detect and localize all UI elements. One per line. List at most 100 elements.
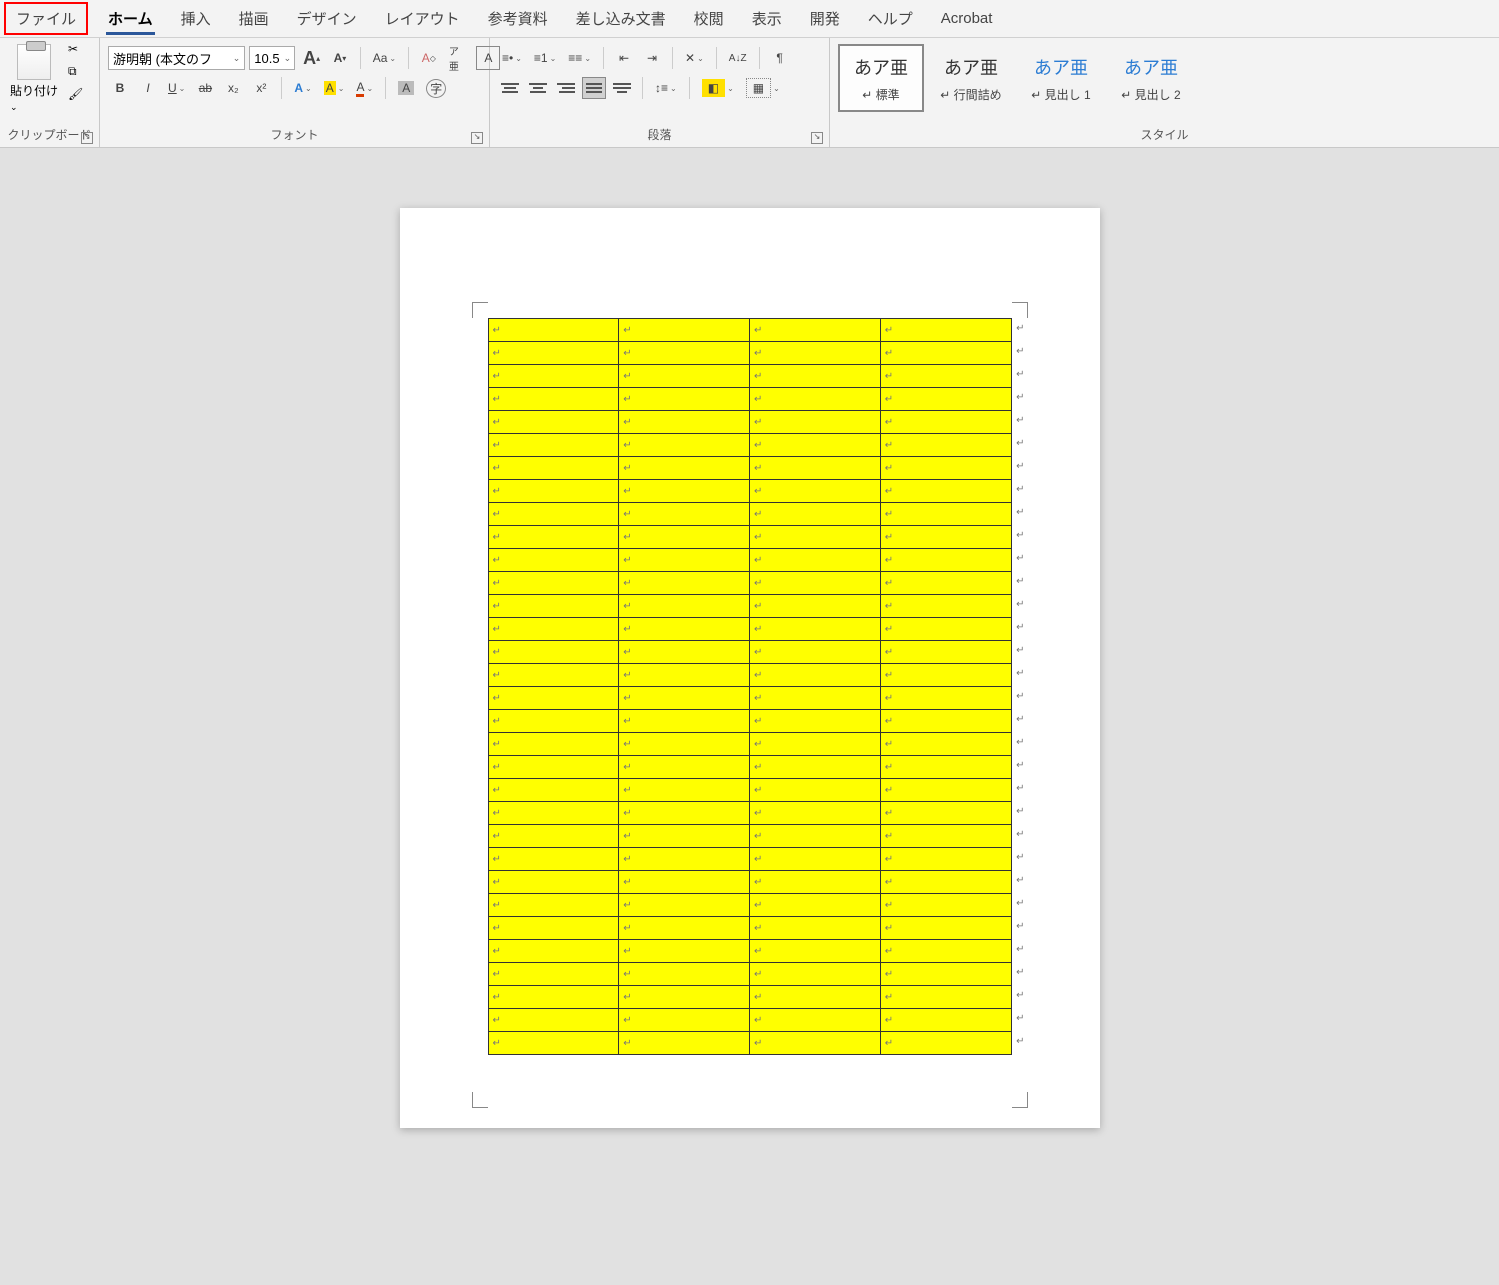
table-cell[interactable]: ↵ [750,802,881,825]
paste-icon[interactable] [17,44,51,80]
table-row[interactable]: ↵↵↵↵↵ [488,641,1011,664]
table-cell[interactable]: ↵ [488,641,619,664]
table-cell[interactable]: ↵ [619,411,750,434]
line-spacing-button[interactable]: ↕≡⌄ [651,76,681,100]
table-cell[interactable]: ↵↵ [880,733,1011,756]
style-item[interactable]: あア亜↵ 行間詰め [928,44,1014,112]
table-row[interactable]: ↵↵↵↵↵ [488,526,1011,549]
table-cell[interactable]: ↵ [750,963,881,986]
table-cell[interactable]: ↵↵ [880,549,1011,572]
table-cell[interactable]: ↵ [750,664,881,687]
style-item[interactable]: あア亜↵ 見出し 1 [1018,44,1104,112]
table-cell[interactable]: ↵ [488,871,619,894]
table-cell[interactable]: ↵ [488,1009,619,1032]
table-cell[interactable]: ↵ [619,434,750,457]
table-cell[interactable]: ↵ [750,572,881,595]
table-cell[interactable]: ↵ [619,342,750,365]
table-row[interactable]: ↵↵↵↵↵ [488,388,1011,411]
table-cell[interactable]: ↵↵ [880,664,1011,687]
table-cell[interactable]: ↵ [488,733,619,756]
table-cell[interactable]: ↵ [750,595,881,618]
table-cell[interactable]: ↵ [619,802,750,825]
table-row[interactable]: ↵↵↵↵↵ [488,411,1011,434]
table-cell[interactable]: ↵↵ [880,756,1011,779]
table-cell[interactable]: ↵↵ [880,1032,1011,1055]
table-cell[interactable]: ↵ [750,871,881,894]
table-row[interactable]: ↵↵↵↵↵ [488,710,1011,733]
table-cell[interactable]: ↵ [488,457,619,480]
table-row[interactable]: ↵↵↵↵↵ [488,779,1011,802]
highlight-button[interactable]: A⌄ [320,76,349,100]
style-item[interactable]: あア亜↵ 見出し 2 [1108,44,1194,112]
table-row[interactable]: ↵↵↵↵↵ [488,457,1011,480]
table-cell[interactable]: ↵ [750,342,881,365]
table-row[interactable]: ↵↵↵↵↵ [488,549,1011,572]
table-cell[interactable]: ↵ [488,756,619,779]
table-cell[interactable]: ↵ [619,641,750,664]
clear-format-button[interactable]: A◇ [417,46,441,70]
table-cell[interactable]: ↵ [488,687,619,710]
table-row[interactable]: ↵↵↵↵↵ [488,894,1011,917]
table-cell[interactable]: ↵↵ [880,641,1011,664]
table-cell[interactable]: ↵ [488,434,619,457]
tab-insert[interactable]: 挿入 [167,0,225,37]
table-cell[interactable]: ↵↵ [880,526,1011,549]
font-name-combo[interactable]: 游明朝 (本文のフ ⌄ [108,46,245,70]
paste-button[interactable]: 貼り付け ⌄ [10,82,58,113]
table-row[interactable]: ↵↵↵↵↵ [488,963,1011,986]
table-cell[interactable]: ↵ [750,549,881,572]
table-cell[interactable]: ↵ [488,319,619,342]
table-row[interactable]: ↵↵↵↵↵ [488,733,1011,756]
table-cell[interactable]: ↵ [619,1009,750,1032]
table-cell[interactable]: ↵ [750,986,881,1009]
table-row[interactable]: ↵↵↵↵↵ [488,434,1011,457]
table-cell[interactable]: ↵ [488,526,619,549]
table-cell[interactable]: ↵↵ [880,963,1011,986]
table-cell[interactable]: ↵ [619,480,750,503]
paragraph-dialog-launcher[interactable]: ↘ [811,132,823,144]
table-cell[interactable]: ↵ [750,687,881,710]
font-dialog-launcher[interactable]: ↘ [471,132,483,144]
align-justify-button[interactable] [582,77,606,99]
table-cell[interactable]: ↵ [619,365,750,388]
table-row[interactable]: ↵↵↵↵↵ [488,917,1011,940]
table-cell[interactable]: ↵ [619,756,750,779]
table-cell[interactable]: ↵↵ [880,457,1011,480]
table-cell[interactable]: ↵ [488,342,619,365]
table-cell[interactable]: ↵ [750,411,881,434]
table-cell[interactable]: ↵ [488,802,619,825]
table-cell[interactable]: ↵↵ [880,894,1011,917]
table-row[interactable]: ↵↵↵↵↵ [488,595,1011,618]
table-cell[interactable]: ↵↵ [880,388,1011,411]
table-cell[interactable]: ↵ [488,894,619,917]
table-cell[interactable]: ↵↵ [880,618,1011,641]
table-row[interactable]: ↵↵↵↵↵ [488,342,1011,365]
table-cell[interactable]: ↵↵ [880,848,1011,871]
table-cell[interactable]: ↵ [488,986,619,1009]
table-cell[interactable]: ↵↵ [880,572,1011,595]
align-right-button[interactable] [554,77,578,99]
clipboard-dialog-launcher[interactable]: ↘ [81,132,93,144]
table-row[interactable]: ↵↵↵↵↵ [488,1032,1011,1055]
table-cell[interactable]: ↵ [619,871,750,894]
table-cell[interactable]: ↵ [750,1032,881,1055]
table-cell[interactable]: ↵ [488,664,619,687]
table-row[interactable]: ↵↵↵↵↵ [488,664,1011,687]
superscript-button[interactable]: x² [249,76,273,100]
table-cell[interactable]: ↵ [619,664,750,687]
table-cell[interactable]: ↵ [750,940,881,963]
table-cell[interactable]: ↵ [488,963,619,986]
table-row[interactable]: ↵↵↵↵↵ [488,871,1011,894]
tab-review[interactable]: 校閲 [680,0,738,37]
styles-gallery[interactable]: あア亜↵ 標準あア亜↵ 行間詰めあア亜↵ 見出し 1あア亜↵ 見出し 2 [836,42,1196,114]
table-cell[interactable]: ↵ [488,388,619,411]
table-row[interactable]: ↵↵↵↵↵ [488,319,1011,342]
table-cell[interactable]: ↵↵ [880,779,1011,802]
copy-icon[interactable]: ⧉ [68,64,83,79]
table-cell[interactable]: ↵ [619,825,750,848]
table-cell[interactable]: ↵ [619,503,750,526]
table-row[interactable]: ↵↵↵↵↵ [488,825,1011,848]
table-cell[interactable]: ↵ [488,572,619,595]
italic-button[interactable]: I [136,76,160,100]
table-cell[interactable]: ↵ [750,917,881,940]
